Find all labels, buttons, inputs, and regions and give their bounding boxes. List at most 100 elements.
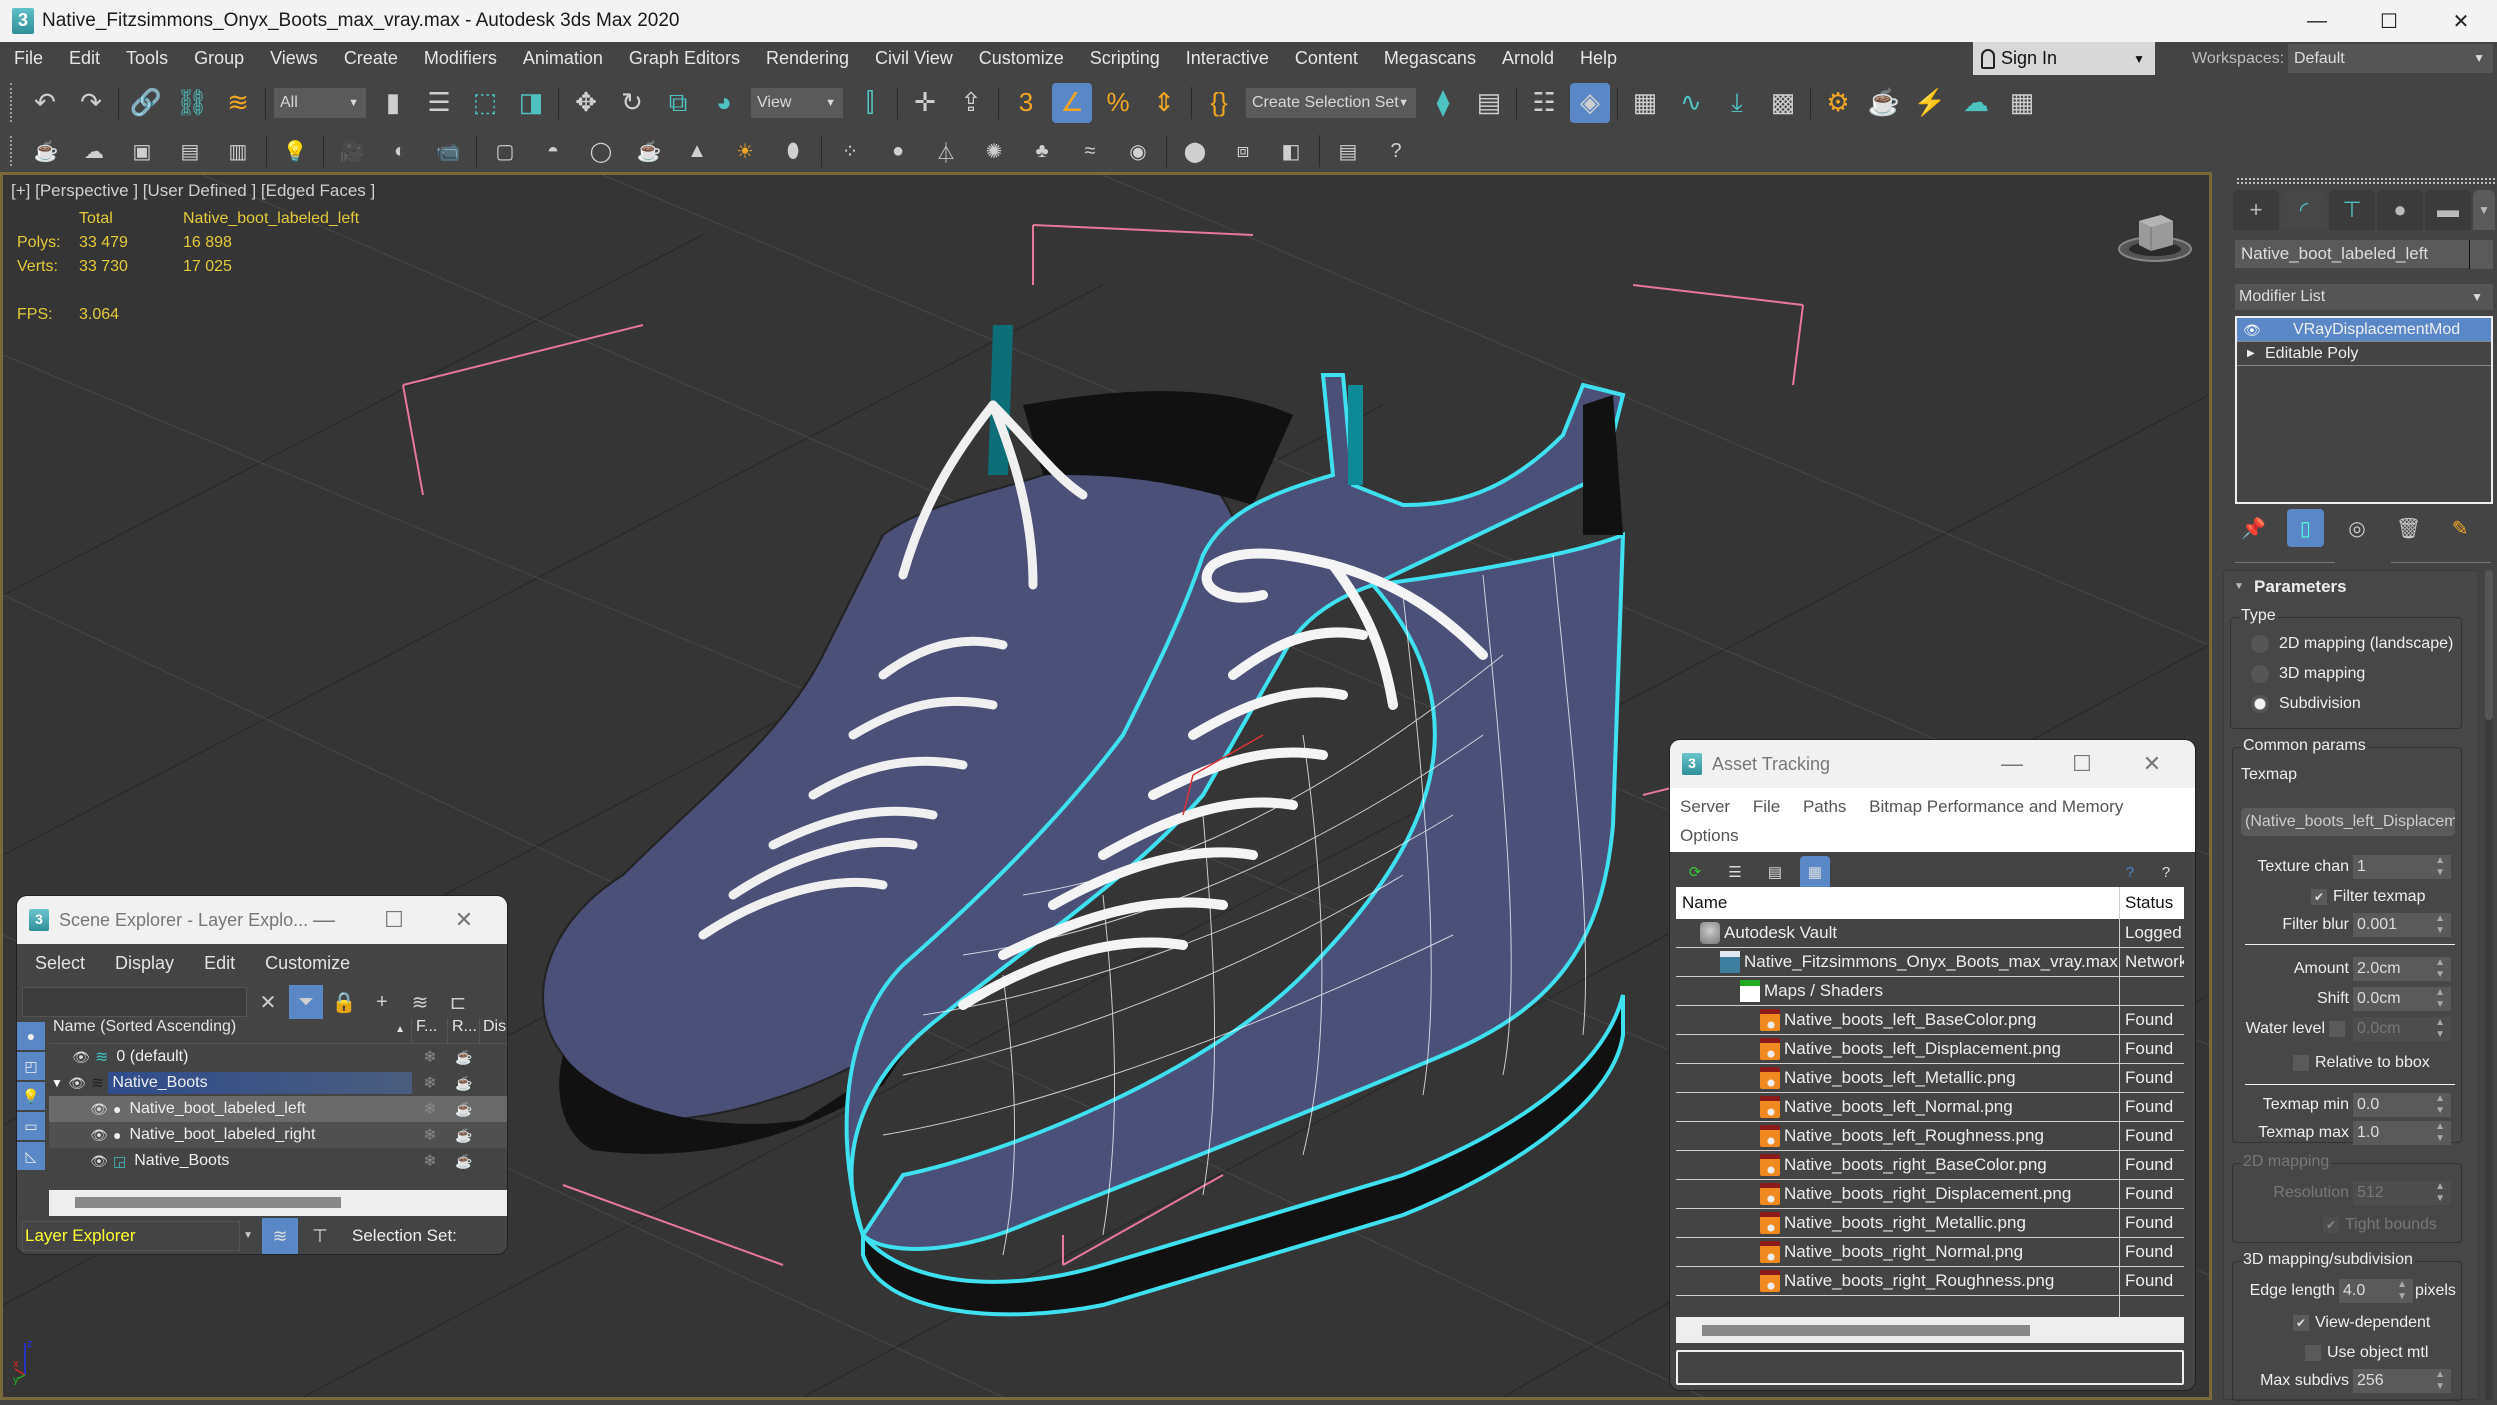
tree-row[interactable]: 👁 ● Native_boot_labeled_left ❄ ☕ (49, 1096, 507, 1122)
tree-row[interactable]: 👁 ◲ Native_Boots ❄ ☕ (49, 1148, 507, 1174)
show-end-result-button[interactable]: ▯ (2286, 509, 2325, 547)
toolbar-grip[interactable] (10, 136, 16, 166)
menu-graph-editors[interactable]: Graph Editors (616, 48, 753, 69)
vray-material-button[interactable]: ⬤ (1177, 134, 1213, 168)
at-menu-server[interactable]: Server (1680, 792, 1730, 821)
radio-button-selected[interactable] (2251, 695, 2269, 713)
visibility-eye-icon[interactable]: 👁 (89, 1127, 109, 1144)
display-geometry-button[interactable]: ● (17, 1022, 45, 1050)
vray-light-lister-button[interactable]: 💡 (277, 134, 313, 168)
use-object-mtl-checkbox[interactable]: Use object mtl (2305, 1340, 2428, 1366)
radio-subdivision[interactable]: Subdivision (2251, 690, 2361, 718)
tab-hierarchy[interactable]: ⊤ (2329, 190, 2375, 230)
spinner-arrows-icon[interactable]: ▲ ▼ (2435, 957, 2445, 981)
asset-row[interactable]: Native_boots_right_Displacement.png Found (1676, 1180, 2184, 1209)
sort-by-layers-button[interactable]: ≋ (262, 1218, 298, 1254)
vray-frame-buffer-button[interactable]: ▣ (124, 134, 160, 168)
vray-camera-settings-button[interactable]: 📹 (430, 134, 466, 168)
spinner-arrows-icon[interactable]: ▲ ▼ (2435, 1017, 2445, 1041)
se-menu-display[interactable]: Display (97, 953, 186, 974)
texmap-button[interactable]: (Native_boots_left_Displacem (2241, 808, 2455, 836)
asset-row[interactable]: Native_boots_right_BaseColor.png Found (1676, 1151, 2184, 1180)
vray-hair-farm-button[interactable]: ≈ (1072, 134, 1108, 168)
vray-ies-light-button[interactable]: ▲ (679, 134, 715, 168)
align-button[interactable]: ▤ (1469, 83, 1509, 123)
unlink-button[interactable]: ⛓ (172, 83, 212, 123)
vray-sphere-light-button[interactable]: ◯ (583, 134, 619, 168)
resolution-spinner[interactable]: 512 ▲ ▼ (2353, 1181, 2451, 1205)
se-menu-select[interactable]: Select (17, 953, 97, 974)
spinner-arrows-icon[interactable]: ▲ ▼ (2397, 1279, 2407, 1303)
selection-filter-dropdown[interactable]: All ▼ (274, 87, 366, 118)
asset-row[interactable]: Native_boots_left_Displacement.png Found (1676, 1035, 2184, 1064)
redo-button[interactable]: ↷ (71, 83, 111, 123)
create-new-layer-button[interactable]: + (365, 985, 399, 1019)
menu-create[interactable]: Create (331, 48, 411, 69)
vray-ox-button[interactable]: ◉ (1120, 134, 1156, 168)
tree-view-button[interactable]: ▤ (1760, 856, 1790, 888)
sign-in-dropdown[interactable]: Sign In ▼ (1973, 42, 2155, 75)
relative-bbox-checkbox[interactable]: Relative to bbox (2293, 1050, 2430, 1076)
vray-mesh-light-button[interactable]: ☕ (631, 134, 667, 168)
select-move-button[interactable]: ✥ (566, 83, 606, 123)
menu-group[interactable]: Group (181, 48, 257, 69)
scene-explorer-titlebar[interactable]: 3 Scene Explorer - Layer Explo... — ☐ ✕ (17, 896, 507, 944)
asset-row[interactable]: Native_boots_left_BaseColor.png Found (1676, 1006, 2184, 1035)
spinner-arrows-icon[interactable]: ▲ ▼ (2435, 1181, 2445, 1205)
tab-create[interactable]: + (2233, 190, 2279, 230)
close-button[interactable]: ✕ (429, 907, 499, 933)
workspaces-select[interactable]: Default ▼ (2288, 44, 2493, 73)
spinner-snap-button[interactable]: ⇕ (1144, 83, 1184, 123)
vray-clipper-button[interactable]: ⏃ (928, 134, 964, 168)
display-cameras-button[interactable]: ▭ (17, 1112, 45, 1140)
mirror-button[interactable]: ⧫ (1423, 83, 1463, 123)
maximize-button[interactable]: ☐ (2353, 0, 2425, 42)
edge-length-spinner[interactable]: 4.0 ▲ ▼ (2339, 1279, 2413, 1303)
select-rotate-button[interactable]: ↻ (612, 83, 652, 123)
vray-scatter-button[interactable]: ♣ (1024, 134, 1060, 168)
explorer-mode-combo[interactable]: Layer Explorer ▼ (22, 1221, 253, 1251)
asset-row[interactable]: Native_Fitzsimmons_Onyx_Boots_max_vray.m… (1676, 948, 2184, 977)
list-view-button[interactable]: ☰ (1720, 856, 1750, 888)
freeze-snowflake-icon[interactable]: ❄ (412, 1151, 448, 1171)
tab-modify[interactable]: ◜ (2281, 190, 2327, 230)
configure-modifier-sets-button[interactable]: ✎ (2441, 509, 2479, 547)
vray-metaball-button[interactable]: ● (880, 134, 916, 168)
viewcube-icon[interactable] (2115, 205, 2195, 265)
menu-arnold[interactable]: Arnold (1489, 48, 1567, 69)
vray-fur-button[interactable]: ✺ (976, 134, 1012, 168)
make-unique-button[interactable]: ◎ (2338, 509, 2376, 547)
se-menu-edit[interactable]: Edit (186, 953, 247, 974)
at-menu-bitmap-performance[interactable]: Bitmap Performance and Memory (1869, 792, 2123, 821)
asset-row[interactable]: Native_boots_left_Roughness.png Found (1676, 1122, 2184, 1151)
place-button[interactable]: ◕ (704, 83, 744, 123)
renderable-teapot-icon[interactable]: ☕ (448, 1153, 480, 1170)
display-shapes-button[interactable]: ◰ (17, 1052, 45, 1080)
tree-row[interactable]: ▼ 👁 ≋ Native_Boots ❄ ☕ (49, 1070, 507, 1096)
water-level-spinner[interactable]: 0.0cm ▲ ▼ (2353, 1017, 2451, 1041)
sort-by-hierarchy-button[interactable]: ⊤ (302, 1218, 338, 1254)
menu-civil-view[interactable]: Civil View (862, 48, 966, 69)
curve-editor-button[interactable]: ∿ (1671, 83, 1711, 123)
modifier-stack-item[interactable]: ▶ Editable Poly (2237, 342, 2491, 366)
expand-triangle-icon[interactable]: ▶ (2247, 342, 2255, 366)
angle-snap-button[interactable]: ∠ (1052, 82, 1092, 123)
visibility-eye-icon[interactable]: 👁 (71, 1049, 91, 1066)
select-scale-button[interactable]: ⧉ (658, 83, 698, 123)
menu-animation[interactable]: Animation (510, 48, 616, 69)
panel-grip[interactable] (2237, 178, 2495, 184)
column-renderable[interactable]: R... (448, 1018, 480, 1043)
spinner-arrows-icon[interactable]: ▲ ▼ (2435, 987, 2445, 1011)
freeze-snowflake-icon[interactable]: ❄ (412, 1099, 448, 1119)
freeze-snowflake-icon[interactable]: ❄ (412, 1047, 448, 1067)
add-to-active-layer-button[interactable]: ≋ (403, 985, 437, 1019)
menu-help[interactable]: Help (1567, 48, 1630, 69)
water-level-checkbox[interactable] (2329, 1021, 2345, 1037)
rectangular-selection-button[interactable]: ⬚ (465, 83, 505, 123)
render-production-button[interactable]: ⚡ (1910, 83, 1950, 123)
vray-dome-light-button[interactable]: ◓ (535, 134, 571, 168)
vray-ambient-light-button[interactable]: ⬮ (775, 134, 811, 168)
display-helpers-button[interactable]: ◺ (17, 1142, 45, 1170)
menu-edit[interactable]: Edit (56, 48, 113, 69)
toolbar-grip[interactable] (10, 83, 16, 122)
